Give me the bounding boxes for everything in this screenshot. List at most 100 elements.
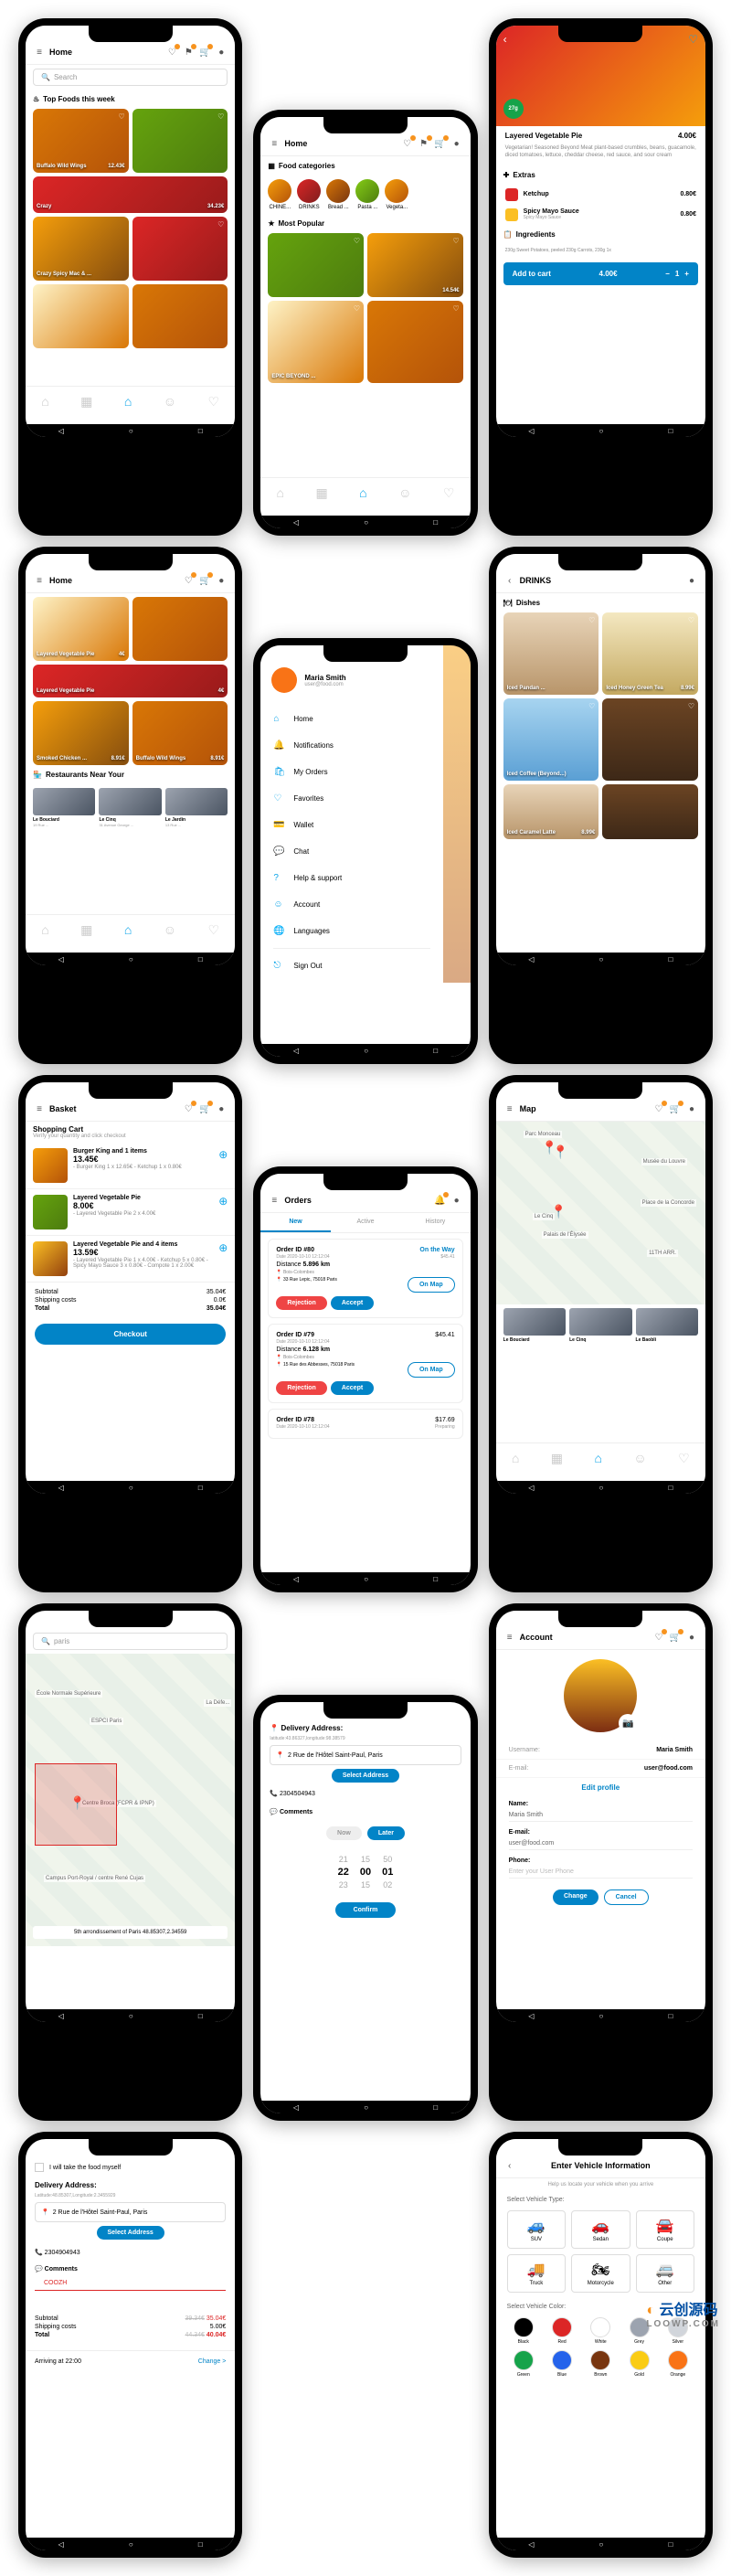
heart-icon[interactable]: ♡ [217, 220, 224, 229]
confirm-button[interactable]: Confirm [335, 1902, 397, 1918]
notification-icon[interactable]: ♡ [182, 574, 195, 587]
drink-card[interactable]: ♡ [602, 698, 698, 781]
add-button[interactable]: ⊕ [218, 1241, 228, 1276]
back-icon[interactable]: ‹ [503, 574, 516, 587]
heart-icon[interactable]: ♡ [217, 112, 224, 121]
time-picker[interactable]: 212223 150015 500102 [260, 1847, 470, 1897]
nav-icon[interactable]: ⌂ [277, 485, 284, 501]
vehicle-sedan[interactable]: 🚗Sedan [571, 2210, 630, 2249]
color-white[interactable]: White [584, 2317, 617, 2345]
android-recent-icon[interactable]: □ [669, 955, 673, 963]
android-back-icon[interactable]: ◁ [58, 2012, 64, 2020]
bag-icon[interactable]: ⚑ [418, 137, 430, 150]
avatar-icon[interactable]: ● [215, 1102, 228, 1115]
heart-icon[interactable]: ♡ [688, 616, 694, 624]
android-recent-icon[interactable]: □ [669, 2540, 673, 2549]
notification-icon[interactable]: ♡ [165, 46, 178, 59]
bag-icon[interactable]: ⚑ [182, 46, 195, 59]
food-card[interactable]: Buffalo Wild Wings8.91€ [132, 701, 228, 765]
address-input[interactable]: 📍2 Rue de l'Hôtel Saint-Paul, Paris [270, 1745, 461, 1765]
nav-icon[interactable]: ⌂ [41, 922, 48, 938]
food-card[interactable]: ♡ [132, 109, 228, 173]
nav-icon[interactable]: ☺ [398, 485, 411, 501]
drink-card[interactable]: ♡Iced Pandan ... [503, 612, 599, 695]
accept-button[interactable]: Accept [331, 1296, 374, 1310]
now-button[interactable]: Now [326, 1826, 362, 1840]
avatar-icon[interactable]: ● [450, 137, 463, 150]
category-item[interactable]: CHINE... [268, 179, 291, 210]
android-back-icon[interactable]: ◁ [293, 1575, 299, 1583]
email-input[interactable]: user@food.com [509, 1837, 693, 1850]
heart-icon[interactable]: ♡ [588, 616, 595, 624]
menu-languages[interactable]: 🌐Languages [260, 918, 442, 944]
food-card[interactable]: Smoked Chicken ...8.91€ [33, 701, 129, 765]
category-item[interactable]: Pasta ... [355, 179, 379, 210]
nav-grid-icon[interactable]: ▦ [80, 394, 92, 410]
avatar-icon[interactable]: ● [450, 1194, 463, 1207]
tab-active[interactable]: Active [331, 1213, 400, 1232]
color-gold[interactable]: Gold [622, 2350, 655, 2378]
avatar-icon[interactable]: ● [685, 1102, 698, 1115]
menu-help[interactable]: ?Help & support [260, 865, 442, 891]
category-item[interactable]: DRINKS [297, 179, 321, 210]
food-card[interactable] [132, 284, 228, 348]
heart-icon[interactable]: ♡ [588, 702, 595, 710]
notification-icon[interactable]: ♡ [182, 1102, 195, 1115]
food-card[interactable]: ♡ [367, 301, 463, 383]
android-back-icon[interactable]: ◁ [528, 1484, 534, 1492]
drink-card[interactable]: Iced Caramel Latte8.99€ [503, 784, 599, 839]
nav-icon[interactable]: ☺ [633, 1451, 646, 1466]
drink-card[interactable] [602, 784, 698, 839]
cart-icon[interactable]: 🛒 [434, 137, 447, 150]
notification-icon[interactable]: ♡ [652, 1102, 665, 1115]
android-back-icon[interactable]: ◁ [58, 955, 64, 963]
food-card[interactable]: Layered Vegetable Pie4€ [33, 665, 228, 697]
select-address-button[interactable]: Select Address [332, 1769, 399, 1783]
map-view[interactable]: École Normale Supérieure ESPCI Paris Cen… [26, 1654, 235, 1946]
reject-button[interactable]: Rejection [276, 1296, 327, 1310]
category-item[interactable]: Bread ... [326, 179, 350, 210]
tab-history[interactable]: History [400, 1213, 470, 1232]
vehicle-suv[interactable]: 🚙SUV [507, 2210, 566, 2249]
nav-icon[interactable]: ♡ [443, 485, 455, 501]
tab-new[interactable]: New [260, 1213, 330, 1232]
android-recent-icon[interactable]: □ [669, 1484, 673, 1492]
menu-icon[interactable]: ≡ [268, 137, 281, 150]
map-pin-icon[interactable]: 📍 [551, 1204, 562, 1215]
comment-input[interactable]: COOZH [35, 2276, 226, 2291]
food-card[interactable]: ♡Buffalo Wild Wings12.43€ [33, 109, 129, 173]
menu-orders[interactable]: 🛍My Orders [260, 759, 442, 785]
notification-icon[interactable]: 🔔 [434, 1194, 447, 1207]
change-link[interactable]: Change > [198, 2358, 227, 2365]
back-icon[interactable]: ‹ [503, 2159, 516, 2172]
minus-icon[interactable]: − [665, 270, 670, 278]
android-recent-icon[interactable]: □ [669, 427, 673, 435]
accept-button[interactable]: Accept [331, 1381, 374, 1395]
android-back-icon[interactable]: ◁ [528, 2012, 534, 2020]
android-recent-icon[interactable]: □ [433, 1047, 438, 1055]
avatar-icon[interactable]: ● [215, 574, 228, 587]
android-home-icon[interactable]: ○ [129, 955, 133, 963]
nav-icon[interactable]: ⌂ [512, 1451, 519, 1466]
extra-item[interactable]: Spicy Mayo SauceSpicy Mayo Sauce0.80€ [496, 205, 705, 225]
notification-icon[interactable]: ♡ [401, 137, 414, 150]
extra-item[interactable]: Ketchup0.80€ [496, 185, 705, 205]
nav-icon[interactable]: ☺ [164, 922, 176, 938]
edit-profile-link[interactable]: Edit profile [496, 1778, 705, 1797]
nav-icon[interactable]: ⌂ [124, 922, 132, 938]
onmap-button[interactable]: On Map [408, 1362, 455, 1378]
android-home-icon[interactable]: ○ [364, 2103, 368, 2112]
android-recent-icon[interactable]: □ [433, 518, 438, 527]
nav-icon[interactable]: ▦ [80, 922, 92, 938]
android-home-icon[interactable]: ○ [599, 1484, 604, 1492]
food-card[interactable]: Crazy34.23€ [33, 176, 228, 213]
nav-icon[interactable]: ▦ [551, 1451, 563, 1466]
android-home-icon[interactable]: ○ [599, 955, 604, 963]
restaurant-card[interactable]: Le Cinq [569, 1308, 631, 1343]
menu-account[interactable]: ☺Account [260, 891, 442, 918]
background-overlay[interactable] [443, 645, 471, 983]
color-orange[interactable]: Orange [662, 2350, 694, 2378]
vehicle-motorcycle[interactable]: 🏍Motorcycle [571, 2254, 630, 2293]
camera-icon[interactable]: 📷 [619, 1714, 637, 1732]
menu-icon[interactable]: ≡ [33, 574, 46, 587]
